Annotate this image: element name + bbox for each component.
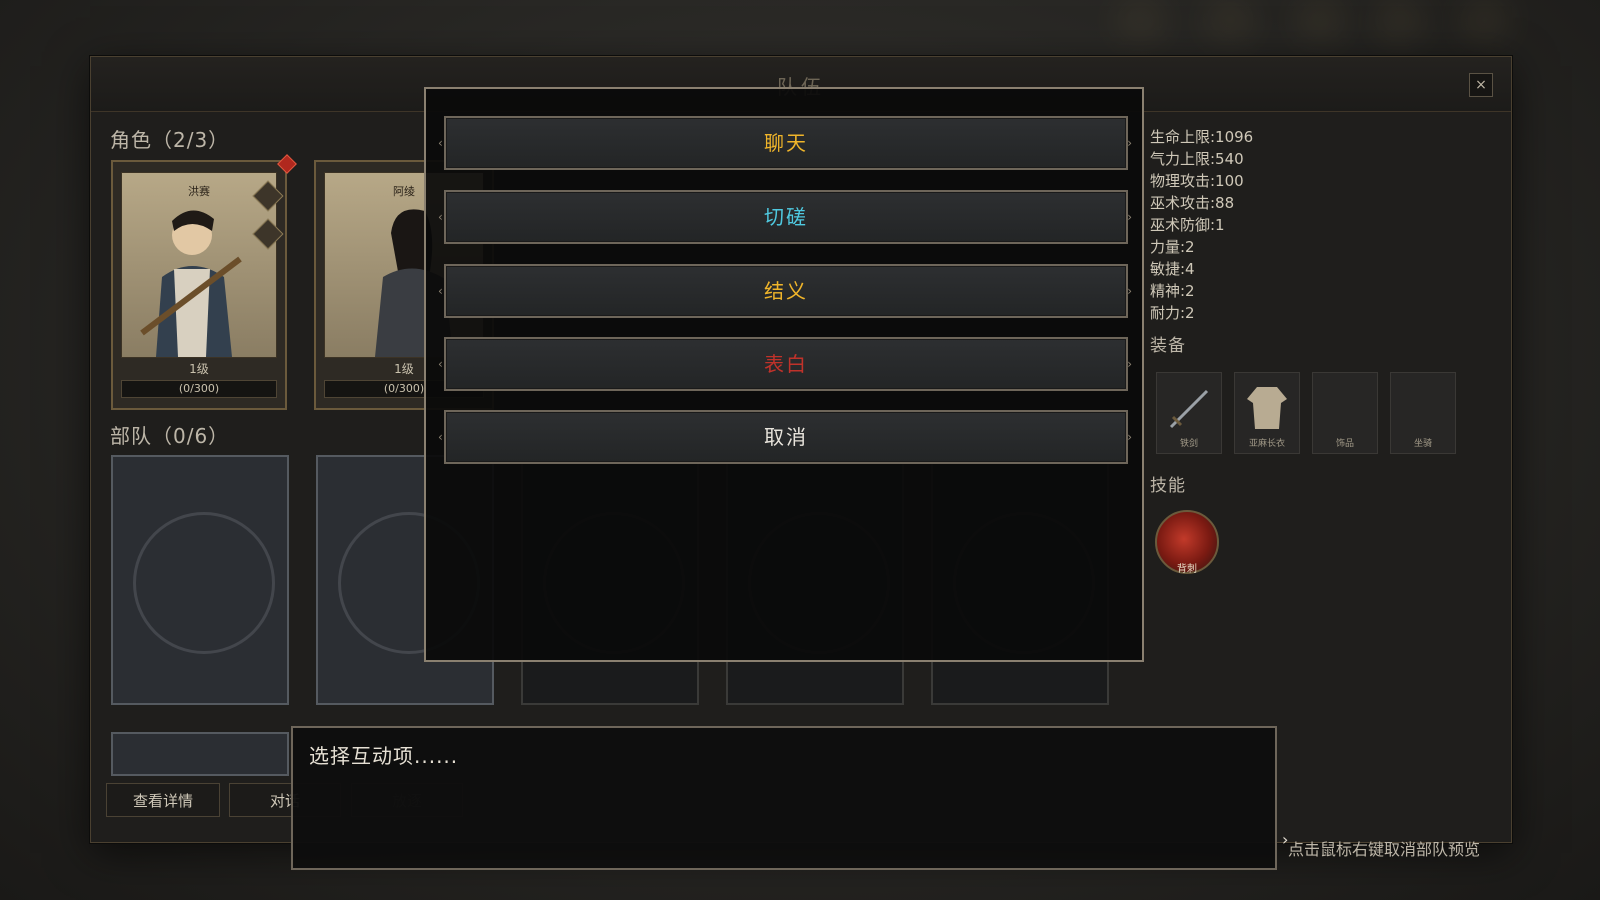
skills-heading: 技能	[1150, 476, 1186, 496]
equipment-label: 亚麻长衣	[1248, 439, 1285, 449]
background-light	[1465, 5, 1505, 35]
equipment-label: 坐骑	[1413, 439, 1432, 449]
stat-endurance: 耐力:2	[1150, 304, 1195, 322]
background-light	[1380, 5, 1420, 35]
hint-text: 点击鼠标右键取消部队预览	[1287, 840, 1480, 859]
emblem-icon	[133, 512, 275, 654]
experience-bar: (0/300)	[121, 380, 277, 398]
option-label: 结义	[764, 279, 808, 303]
dialog-text: 选择互动项......	[309, 744, 459, 768]
right-arrow-icon: ›	[1127, 136, 1134, 150]
stats-list: 生命上限:1096 气力上限:540 物理攻击:100 巫术攻击:88 巫术防御…	[1150, 126, 1253, 324]
character-level: 1级	[189, 362, 209, 376]
robe-icon	[1247, 387, 1287, 429]
character-portrait: 洪赛	[121, 172, 277, 358]
equipment-slot-weapon[interactable]: 铁剑	[1156, 372, 1222, 454]
stat-strength: 力量:2	[1150, 238, 1195, 256]
left-arrow-icon: ‹	[438, 136, 445, 150]
right-arrow-icon: ›	[1127, 210, 1134, 224]
sword-icon	[1169, 389, 1209, 429]
equipment-label: 饰品	[1335, 439, 1354, 449]
right-arrow-icon: ›	[1127, 357, 1134, 371]
right-arrow-icon: ›	[1127, 284, 1134, 298]
left-arrow-icon: ‹	[438, 210, 445, 224]
stat-sorcery-attack: 巫术攻击:88	[1150, 194, 1235, 212]
confess-option[interactable]: ‹ 表白 ›	[438, 337, 1132, 391]
dialog-box: 选择互动项......	[291, 726, 1277, 870]
close-button[interactable]: ×	[1469, 73, 1493, 97]
option-label: 聊天	[764, 131, 808, 155]
background-light	[1120, 5, 1160, 35]
equipment-label: 铁剑	[1179, 439, 1198, 449]
character-figure-icon	[140, 210, 242, 357]
background-light	[1300, 5, 1340, 35]
equipment-slot-mount[interactable]: 坐骑	[1390, 372, 1456, 454]
stat-hp: 生命上限:1096	[1150, 128, 1254, 146]
background-light	[1210, 5, 1250, 35]
stat-qi: 气力上限:540	[1150, 150, 1244, 168]
stat-sorcery-defense: 巫术防御:1	[1150, 216, 1225, 234]
equipment-heading: 装备	[1150, 336, 1186, 356]
troop-slot[interactable]	[111, 455, 289, 705]
sworn-brotherhood-option[interactable]: ‹ 结义 ›	[438, 264, 1132, 318]
left-arrow-icon: ‹	[438, 430, 445, 444]
cancel-option[interactable]: ‹ 取消 ›	[438, 410, 1132, 464]
stat-agility: 敏捷:4	[1150, 260, 1195, 278]
option-label: 切磋	[764, 205, 808, 229]
roles-heading: 角色（2/3）	[110, 128, 230, 152]
spar-option[interactable]: ‹ 切磋 ›	[438, 190, 1132, 244]
stat-physical-attack: 物理攻击:100	[1150, 172, 1244, 190]
troop-slot[interactable]	[111, 732, 289, 776]
interaction-menu: ‹ 聊天 › ‹ 切磋 › ‹ 结义 › ‹ 表白 › ‹ 取消 ›	[424, 87, 1144, 662]
option-label: 取消	[764, 425, 808, 449]
left-arrow-icon: ‹	[438, 284, 445, 298]
left-arrow-icon: ‹	[438, 357, 445, 371]
skill-label: 背刺	[1177, 564, 1197, 575]
stat-spirit: 精神:2	[1150, 282, 1195, 300]
option-label: 表白	[764, 352, 808, 376]
troops-heading: 部队（0/6）	[110, 424, 230, 448]
right-arrow-icon: ›	[1127, 430, 1134, 444]
equipment-slot-accessory[interactable]: 饰品	[1312, 372, 1378, 454]
chat-option[interactable]: ‹ 聊天 ›	[438, 116, 1132, 170]
view-details-button[interactable]: 查看详情	[106, 783, 220, 817]
equipment-slot-armor[interactable]: 亚麻长衣	[1234, 372, 1300, 454]
